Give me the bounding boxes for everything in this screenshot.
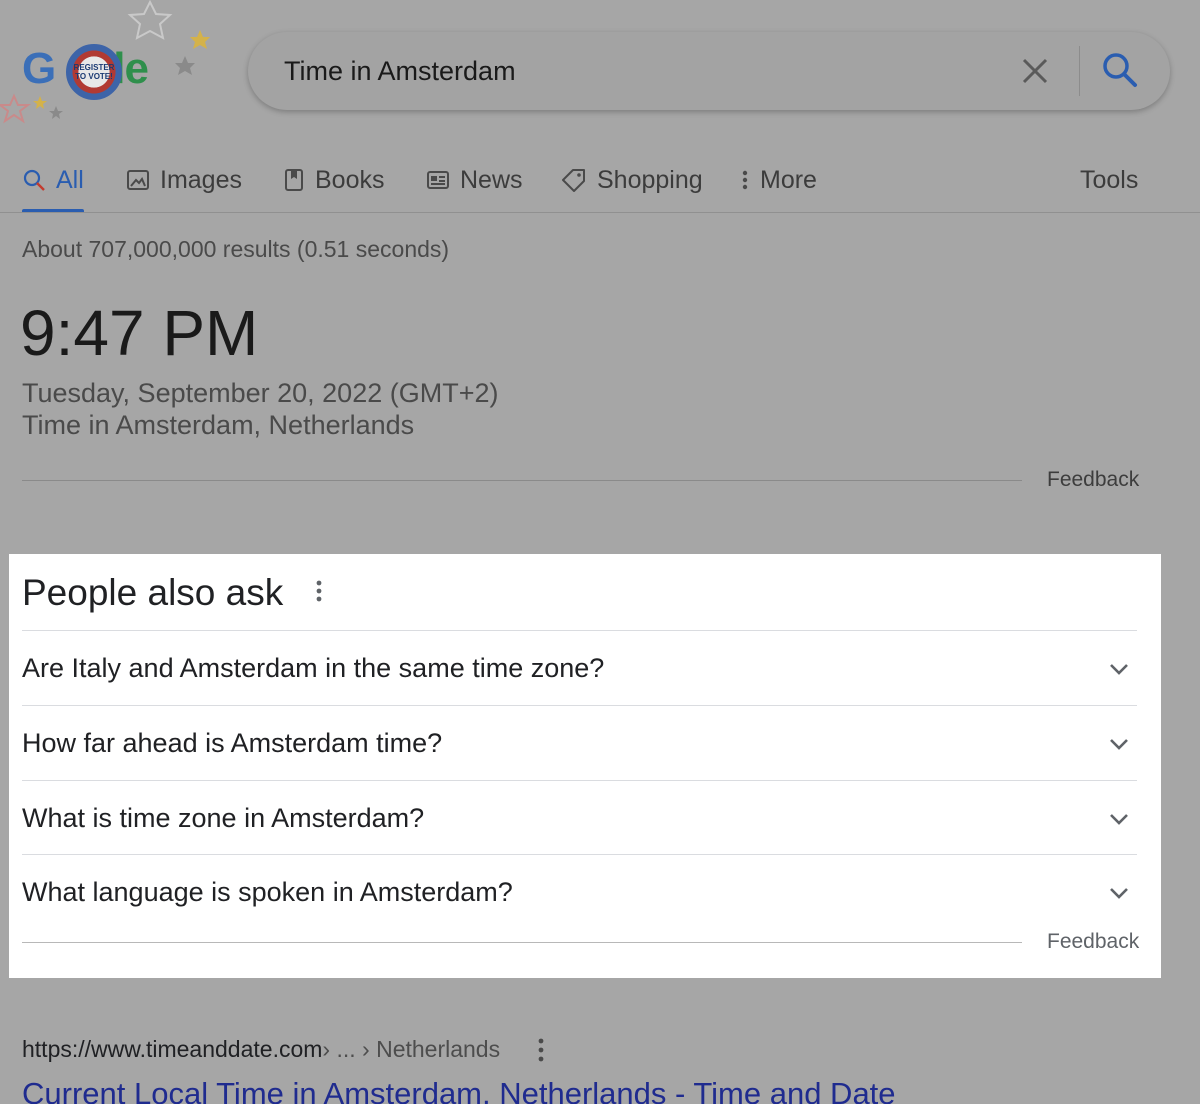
tools-label: Tools xyxy=(1080,165,1139,194)
feedback-link[interactable]: Feedback xyxy=(1047,930,1139,954)
chevron-down-icon xyxy=(1110,739,1128,750)
tab-label: Books xyxy=(315,165,385,194)
question-row[interactable]: What language is spoken in Amsterdam? xyxy=(22,854,1137,929)
google-logo[interactable]: Gle REGISTER TO VOTE! xyxy=(0,0,220,140)
question-text: What is time zone in Amsterdam? xyxy=(22,803,425,833)
question-text: Are Italy and Amsterdam in the same time… xyxy=(22,653,605,683)
divider xyxy=(22,480,1022,481)
logo-letter-g: G xyxy=(22,44,56,93)
tools-button[interactable]: Tools xyxy=(1080,160,1138,200)
current-time: 9:47 PM xyxy=(20,297,259,369)
more-vertical-icon xyxy=(742,170,748,190)
result-breadcrumb: › ... › Netherlands xyxy=(322,1036,501,1062)
search-box[interactable]: Time in Amsterdam xyxy=(248,32,1170,110)
tabs-divider xyxy=(0,212,1200,213)
book-icon xyxy=(285,169,303,191)
search-input[interactable]: Time in Amsterdam xyxy=(284,32,516,110)
chevron-down-icon xyxy=(1110,814,1128,825)
time-location: Time in Amsterdam, Netherlands xyxy=(22,410,415,440)
current-date: Tuesday, September 20, 2022 (GMT+2) xyxy=(22,378,499,408)
register-to-vote-badge: REGISTER TO VOTE! xyxy=(66,44,122,100)
tab-books[interactable]: Books xyxy=(283,160,384,200)
tab-label: News xyxy=(460,165,523,194)
image-icon xyxy=(127,170,149,190)
search-icon xyxy=(23,169,45,191)
search-divider xyxy=(1079,46,1080,96)
tab-images[interactable]: Images xyxy=(126,160,242,200)
result-domain: https://www.timeanddate.com xyxy=(22,1036,323,1062)
search-tabs: All Images Books News Shopping More Tool… xyxy=(0,150,1200,214)
question-text: How far ahead is Amsterdam time? xyxy=(22,728,443,758)
result-title-link[interactable]: Current Local Time in Amsterdam, Netherl… xyxy=(22,1076,896,1104)
clear-icon[interactable] xyxy=(1020,56,1050,86)
question-row[interactable]: What is time zone in Amsterdam? xyxy=(22,780,1137,855)
people-also-ask-panel: People also ask Are Italy and Amsterdam … xyxy=(9,554,1161,978)
tab-news[interactable]: News xyxy=(426,160,523,200)
chevron-down-icon xyxy=(1110,664,1128,675)
chevron-down-icon xyxy=(1110,888,1128,899)
search-icon[interactable] xyxy=(1100,50,1140,90)
tab-all[interactable]: All xyxy=(22,160,84,200)
tab-shopping[interactable]: Shopping xyxy=(561,160,703,200)
feedback-link[interactable]: Feedback xyxy=(1047,468,1139,492)
tab-label: Shopping xyxy=(597,165,703,194)
tag-icon xyxy=(562,169,585,192)
people-also-ask-title: People also ask xyxy=(22,572,284,613)
badge-line-1: REGISTER xyxy=(73,63,115,72)
tab-label: All xyxy=(56,165,84,194)
question-text: What language is spoken in Amsterdam? xyxy=(22,877,513,907)
result-stats: About 707,000,000 results (0.51 seconds) xyxy=(22,236,450,262)
news-icon xyxy=(427,171,449,189)
tab-label: Images xyxy=(160,165,242,194)
tab-label: More xyxy=(760,165,817,194)
more-options-icon[interactable] xyxy=(536,1037,546,1063)
badge-line-2: TO VOTE! xyxy=(75,72,113,81)
divider xyxy=(22,942,1022,943)
question-row[interactable]: How far ahead is Amsterdam time? xyxy=(22,705,1137,780)
question-row[interactable]: Are Italy and Amsterdam in the same time… xyxy=(22,630,1137,705)
tab-more[interactable]: More xyxy=(740,160,817,200)
result-url[interactable]: https://www.timeanddate.com › ... › Neth… xyxy=(22,1036,546,1063)
more-options-icon[interactable] xyxy=(311,578,327,606)
